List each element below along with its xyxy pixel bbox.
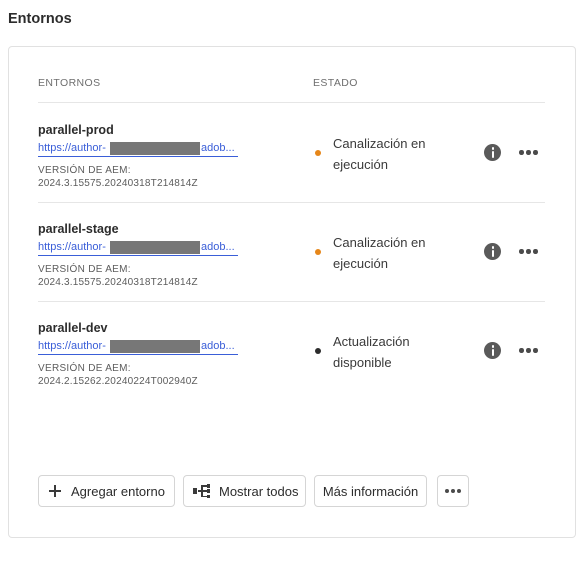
info-icon[interactable] [484, 342, 501, 359]
info-icon[interactable] [484, 144, 501, 161]
environment-row-parallel-prod: parallel-prod https://author- adob... VE… [0, 103, 580, 202]
environment-row-parallel-dev: parallel-dev https://author- adob... VER… [0, 301, 580, 400]
url-prefix: https://author- [38, 142, 106, 154]
url-prefix: https://author- [38, 241, 106, 253]
page-title: Entornos [8, 11, 72, 27]
environment-url-link[interactable]: https://author- adob... [38, 240, 238, 256]
aem-version-value: 2024.3.15575.20240318T214814Z [38, 178, 198, 189]
redacted-block [110, 241, 200, 254]
more-actions-icon[interactable] [519, 150, 539, 156]
url-prefix: https://author- [38, 340, 106, 352]
url-suffix: adob... [201, 142, 235, 154]
add-environment-button[interactable]: Agregar entorno [38, 475, 175, 507]
aem-version-label: VERSIÓN DE AEM: [38, 363, 131, 374]
more-actions-icon[interactable] [519, 249, 539, 255]
status-dot [315, 249, 321, 255]
status-text: Actualización disponible [333, 334, 410, 370]
url-suffix: adob... [201, 241, 235, 253]
environment-url-link[interactable]: https://author- adob... [38, 141, 238, 157]
status-dot [315, 348, 321, 354]
more-actions-icon[interactable] [519, 348, 539, 354]
show-all-button[interactable]: Mostrar todos [183, 475, 306, 507]
more-info-button[interactable]: Más información [314, 475, 427, 507]
show-all-label: Mostrar todos [219, 483, 299, 499]
status-text: Canalización en ejecución [333, 136, 426, 172]
environment-name: parallel-prod [38, 123, 114, 137]
more-info-label: Más información [322, 483, 419, 499]
environment-name: parallel-dev [38, 321, 108, 335]
more-options-button[interactable] [437, 475, 469, 507]
environment-name: parallel-stage [38, 222, 119, 236]
add-environment-label: Agregar entorno [71, 483, 165, 499]
tree-view-icon [193, 484, 210, 498]
column-header-status: ESTADO [313, 77, 358, 89]
environment-url-link[interactable]: https://author- adob... [38, 339, 238, 355]
plus-icon [49, 485, 61, 497]
more-actions-icon [445, 489, 461, 493]
environment-row-parallel-stage: parallel-stage https://author- adob... V… [0, 202, 580, 301]
url-suffix: adob... [201, 340, 235, 352]
column-header-environments: ENTORNOS [38, 77, 101, 89]
status-text: Canalización en ejecución [333, 235, 426, 271]
redacted-block [110, 340, 200, 353]
aem-version-value: 2024.2.15262.20240224T002940Z [38, 376, 198, 387]
aem-version-value: 2024.3.15575.20240318T214814Z [38, 277, 198, 288]
aem-version-label: VERSIÓN DE AEM: [38, 264, 131, 275]
info-icon[interactable] [484, 243, 501, 260]
status-dot [315, 150, 321, 156]
redacted-block [110, 142, 200, 155]
aem-version-label: VERSIÓN DE AEM: [38, 165, 131, 176]
